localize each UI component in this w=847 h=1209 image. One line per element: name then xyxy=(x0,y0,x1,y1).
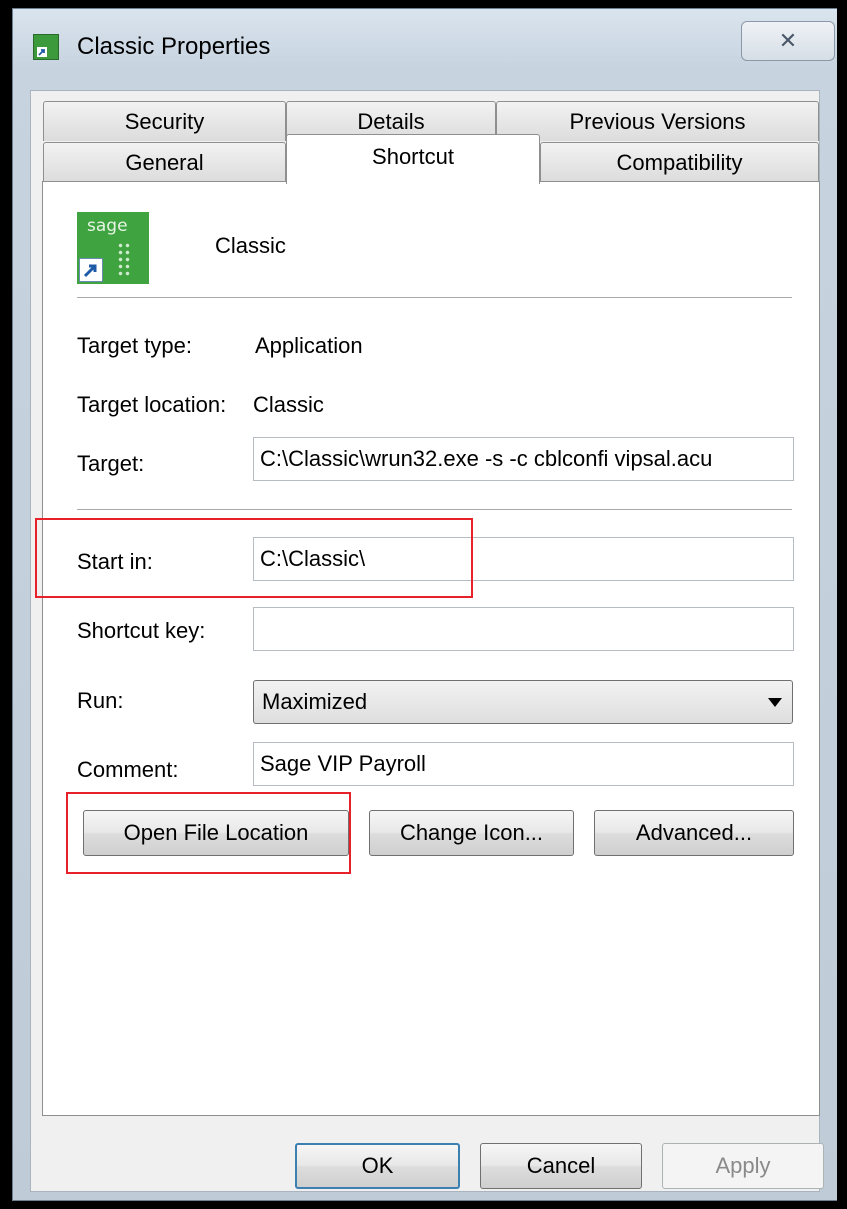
divider xyxy=(77,297,792,299)
tab-previous-versions[interactable]: Previous Versions xyxy=(496,101,819,141)
window-title: Classic Properties xyxy=(77,33,271,60)
run-label: Run: xyxy=(77,688,124,713)
sage-shortcut-icon: sage xyxy=(77,212,149,284)
open-file-location-highlight xyxy=(66,792,351,874)
start-in-highlight xyxy=(35,518,473,598)
advanced-button[interactable]: Advanced... xyxy=(594,810,794,856)
screen-border-left xyxy=(0,0,12,1209)
title-bar[interactable]: Classic Properties ✕ xyxy=(13,9,837,79)
change-icon-button[interactable]: Change Icon... xyxy=(369,810,574,856)
shortcut-name: Classic xyxy=(215,233,286,258)
target-location-label: Target location: xyxy=(77,392,227,417)
apply-button[interactable]: Apply xyxy=(662,1143,824,1189)
screen-border-top xyxy=(0,0,847,8)
sage-dots-icon xyxy=(117,242,131,278)
tab-general[interactable]: General xyxy=(43,142,286,182)
tab-shortcut[interactable]: Shortcut xyxy=(286,134,540,184)
ok-button[interactable]: OK xyxy=(295,1143,460,1189)
shortcut-key-label: Shortcut key: xyxy=(77,618,206,643)
target-label: Target: xyxy=(77,451,145,476)
shortcut-key-input[interactable] xyxy=(253,607,794,651)
close-button[interactable]: ✕ xyxy=(741,21,835,61)
tab-security[interactable]: Security xyxy=(43,101,286,141)
run-select-value: Maximized xyxy=(262,689,368,714)
target-type-label: Target type: xyxy=(77,333,192,358)
screen-border-bottom xyxy=(0,1201,847,1209)
sage-app-icon xyxy=(33,34,59,60)
comment-label: Comment: xyxy=(77,757,179,782)
divider xyxy=(77,509,792,511)
screen-border-right xyxy=(837,0,847,1209)
shortcut-arrow-icon xyxy=(37,47,47,57)
close-icon: ✕ xyxy=(778,28,798,53)
target-input[interactable]: C:\Classic\wrun32.exe -s -c cblconfi vip… xyxy=(253,437,794,481)
tab-compatibility[interactable]: Compatibility xyxy=(540,142,819,182)
cancel-button[interactable]: Cancel xyxy=(480,1143,642,1189)
run-select[interactable]: Maximized xyxy=(253,680,793,724)
target-location-value: Classic xyxy=(253,392,324,417)
chevron-down-icon xyxy=(768,698,782,707)
comment-input[interactable]: Sage VIP Payroll xyxy=(253,742,794,786)
shortcut-arrow-icon xyxy=(79,258,103,282)
sage-logo-text: sage xyxy=(87,216,128,236)
target-type-value: Application xyxy=(255,333,363,358)
